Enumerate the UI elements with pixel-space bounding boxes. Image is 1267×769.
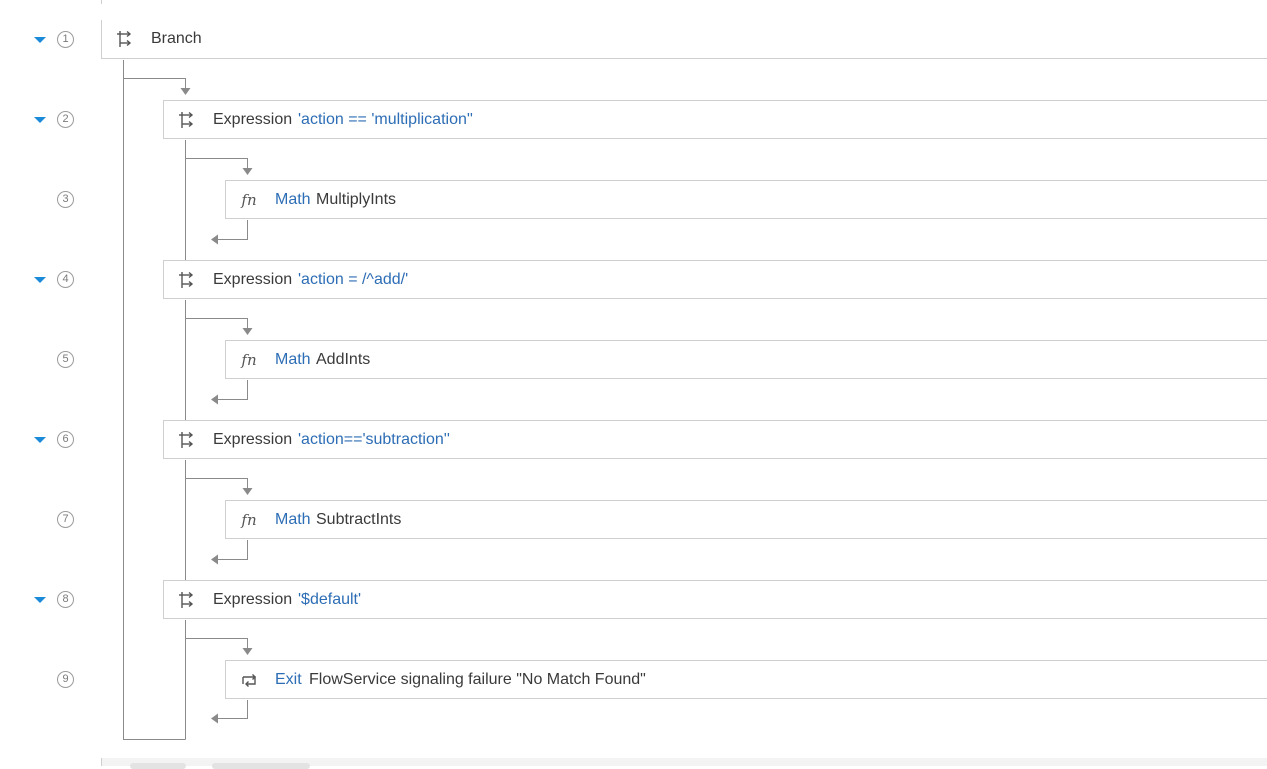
branch-icon: [166, 101, 208, 139]
step-card[interactable]: fn Math AddInts: [225, 340, 1267, 379]
step-card[interactable]: fn Math MultiplyInts: [225, 180, 1267, 219]
expr4-entry-line: [185, 318, 248, 328]
expr2-return-line: [218, 220, 248, 240]
step-label: Expression: [213, 111, 293, 128]
expression-value: 'action=='subtraction'': [298, 431, 450, 448]
function-icon: fn: [241, 191, 257, 209]
step-number: 5: [57, 351, 74, 368]
arrow-down-marker: [180, 88, 191, 95]
exit-loop-icon: [228, 661, 270, 699]
function-icon: fn: [241, 351, 257, 369]
step-label: FlowService signaling failure "No Match …: [309, 671, 646, 688]
step-number: 2: [57, 111, 74, 128]
branch-icon: [166, 261, 208, 299]
step-card[interactable]: Branch: [101, 20, 1267, 59]
flow-step-4[interactable]: 4 Expression 'action = /^add/': [0, 260, 1267, 300]
collapse-caret-icon[interactable]: [34, 597, 46, 603]
step-card[interactable]: fn Math SubtractInts: [225, 500, 1267, 539]
step-label: MultiplyInts: [316, 191, 397, 208]
step-label: Expression: [213, 431, 293, 448]
flow-step-3[interactable]: 3 fn Math MultiplyInts: [0, 180, 1267, 220]
step-label: Expression: [213, 591, 293, 608]
step-number: 3: [57, 191, 74, 208]
step-keyword: Exit: [275, 671, 302, 688]
placeholder-chip: [212, 763, 310, 769]
expression-value: '$default': [298, 591, 362, 608]
branch-icon: [104, 20, 146, 58]
step-card[interactable]: Exit FlowService signaling failure "No M…: [225, 660, 1267, 699]
step-number: 6: [57, 431, 74, 448]
flow-step-1[interactable]: 1 Branch: [0, 20, 1267, 60]
branch-trunk-line: [123, 60, 186, 740]
expr2-entry-line: [185, 158, 248, 168]
flow-step-6[interactable]: 6 Expression 'action=='subtraction'': [0, 420, 1267, 460]
arrow-left-marker: [211, 713, 218, 724]
step-card[interactable]: Expression '$default': [163, 580, 1267, 619]
step-label: Branch: [151, 30, 202, 47]
step-number: 4: [57, 271, 74, 288]
step-keyword: Math: [275, 191, 311, 208]
flow-step-8[interactable]: 8 Expression '$default': [0, 580, 1267, 620]
step-number: 7: [57, 511, 74, 528]
expr6-return-line: [218, 540, 248, 560]
placeholder-chip: [130, 763, 186, 769]
arrow-left-marker: [211, 394, 218, 405]
step-keyword: Math: [275, 511, 311, 528]
step-number: 8: [57, 591, 74, 608]
expr8-return-line: [218, 700, 248, 719]
step-number: 9: [57, 671, 74, 688]
step-card[interactable]: Expression 'action == 'multiplication'': [163, 100, 1267, 139]
expression-value: 'action == 'multiplication'': [298, 111, 473, 128]
collapse-caret-icon[interactable]: [34, 277, 46, 283]
step-keyword: Math: [275, 351, 311, 368]
expr4-return-line: [218, 380, 248, 400]
flow-step-2[interactable]: 2 Expression 'action == 'multiplication'…: [0, 100, 1267, 140]
collapse-caret-icon[interactable]: [34, 437, 46, 443]
arrow-down-marker: [242, 488, 253, 495]
step-label: SubtractInts: [316, 511, 402, 528]
arrow-down-marker: [242, 648, 253, 655]
step-card[interactable]: Expression 'action=='subtraction'': [163, 420, 1267, 459]
step-label: Expression: [213, 271, 293, 288]
flow-step-9[interactable]: 9 Exit FlowService signaling failure "No…: [0, 660, 1267, 700]
branch-icon: [166, 421, 208, 459]
branch-entry-line: [123, 78, 186, 88]
arrow-down-marker: [242, 328, 253, 335]
arrow-down-marker: [242, 168, 253, 175]
collapse-caret-icon[interactable]: [34, 37, 46, 43]
arrow-left-marker: [211, 554, 218, 565]
step-label: AddInts: [316, 351, 371, 368]
arrow-left-marker: [211, 234, 218, 245]
step-card[interactable]: Expression 'action = /^add/': [163, 260, 1267, 299]
flow-step-7[interactable]: 7 fn Math SubtractInts: [0, 500, 1267, 540]
function-icon: fn: [241, 511, 257, 529]
expression-value: 'action = /^add/': [298, 271, 409, 288]
collapse-caret-icon[interactable]: [34, 117, 46, 123]
step-number: 1: [57, 31, 74, 48]
flow-step-5[interactable]: 5 fn Math AddInts: [0, 340, 1267, 380]
branch-icon: [166, 581, 208, 619]
expr8-entry-line: [185, 638, 248, 648]
expr6-entry-line: [185, 478, 248, 488]
